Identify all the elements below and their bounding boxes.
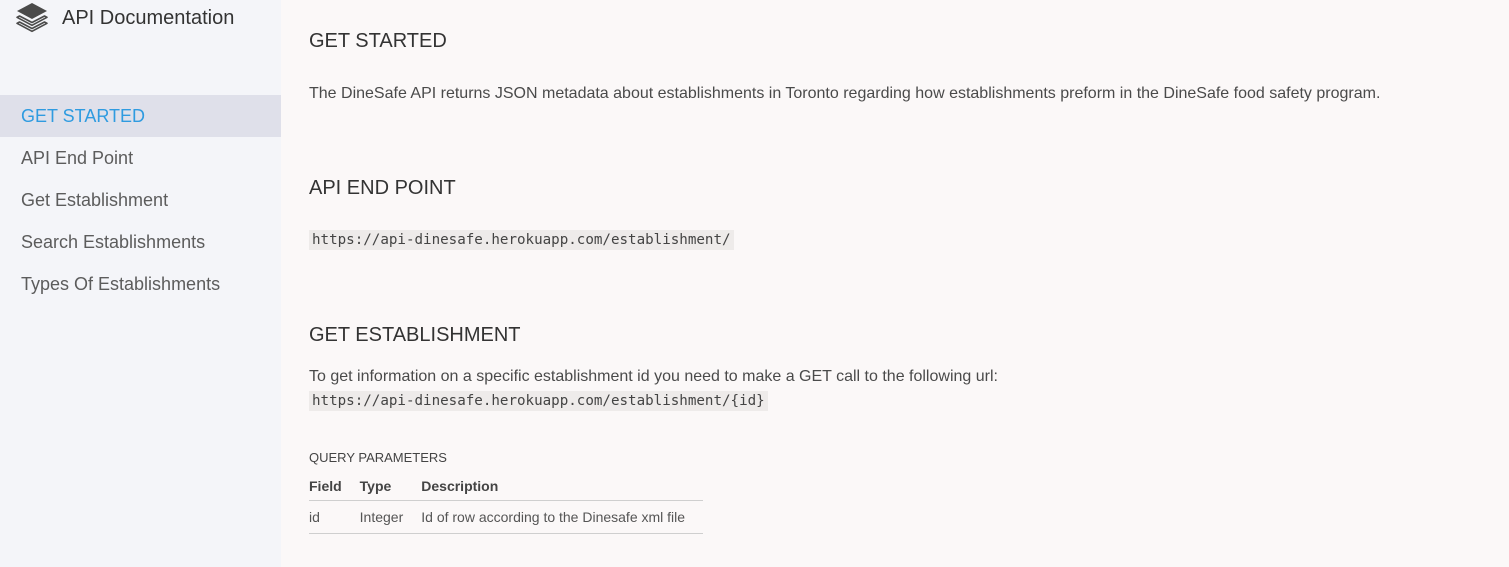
- param-field: id: [309, 500, 360, 534]
- sidebar: API Documentation GET STARTED API End Po…: [0, 0, 281, 567]
- get-started-description: The DineSafe API returns JSON metadata a…: [309, 85, 1381, 102]
- brand[interactable]: API Documentation: [14, 0, 234, 36]
- section-heading-get-started: GET STARTED: [309, 30, 447, 52]
- section-heading-get-establishment: GET ESTABLISHMENT: [309, 324, 521, 346]
- table-header-row: Field Type Description: [309, 472, 704, 501]
- section-heading-api-end-point: API END POINT: [309, 177, 456, 199]
- column-header-field: Field: [309, 472, 360, 501]
- query-parameters-table: Field Type Description id Integer Id of …: [309, 472, 704, 534]
- column-header-description: Description: [421, 472, 704, 501]
- sidebar-item-api-end-point[interactable]: API End Point: [0, 137, 281, 179]
- query-parameters-label: QUERY PARAMETERS: [309, 450, 447, 465]
- brand-title: API Documentation: [62, 6, 235, 29]
- sidebar-nav: GET STARTED API End Point Get Establishm…: [0, 95, 281, 305]
- sidebar-item-types-of-establishments[interactable]: Types Of Establishments: [0, 263, 281, 305]
- layers-icon: [16, 3, 48, 33]
- param-type: Integer: [359, 500, 422, 534]
- sidebar-item-get-started[interactable]: GET STARTED: [0, 95, 281, 137]
- get-establishment-description: To get information on a specific establi…: [309, 368, 998, 385]
- param-description: Id of row according to the Dinesafe xml …: [421, 500, 704, 534]
- sidebar-item-get-establishment[interactable]: Get Establishment: [0, 179, 281, 221]
- column-header-type: Type: [359, 472, 422, 501]
- get-establishment-url: https://api-dinesafe.herokuapp.com/estab…: [309, 391, 768, 411]
- table-row: id Integer Id of row according to the Di…: [309, 500, 704, 534]
- sidebar-item-search-establishments[interactable]: Search Establishments: [0, 221, 281, 263]
- api-endpoint-url: https://api-dinesafe.herokuapp.com/estab…: [309, 230, 734, 250]
